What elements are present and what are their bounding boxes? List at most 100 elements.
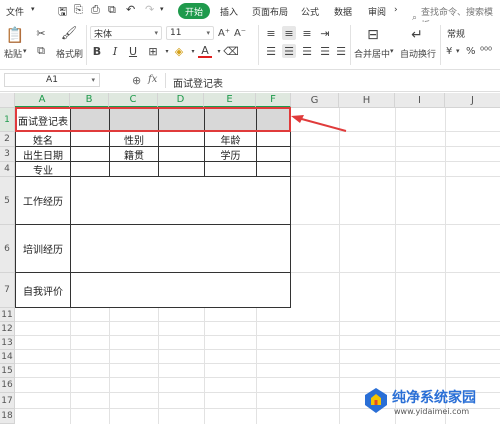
wrap-text-icon[interactable]: ↵ bbox=[408, 26, 426, 44]
row-header-18[interactable]: 18 bbox=[0, 409, 15, 424]
row-header-14[interactable]: 14 bbox=[0, 350, 15, 364]
font-color-icon[interactable]: A bbox=[198, 44, 212, 58]
merge-center-icon[interactable]: ⊟ bbox=[364, 26, 382, 44]
name-box[interactable]: A1 ▾ bbox=[4, 73, 100, 87]
cell-d3[interactable] bbox=[158, 147, 204, 162]
copy-icon[interactable]: ⧉ bbox=[34, 44, 48, 58]
align-middle-icon[interactable]: ≡ bbox=[282, 26, 296, 40]
cell-gender-label[interactable]: 性别 bbox=[109, 132, 158, 147]
justify-icon[interactable]: ☰ bbox=[318, 44, 332, 58]
italic-icon[interactable]: I bbox=[108, 44, 122, 58]
tab-insert[interactable]: 插入 bbox=[220, 5, 238, 18]
wrap-text-button[interactable]: 自动换行 bbox=[400, 47, 436, 60]
save-icon[interactable]: 🖫 bbox=[58, 3, 67, 22]
align-bottom-icon[interactable]: ≡ bbox=[300, 26, 314, 40]
row-header-1[interactable]: 1 bbox=[0, 108, 15, 132]
cell-birth-label[interactable]: 出生日期 bbox=[15, 147, 70, 162]
chevron-down-icon[interactable]: ▾ bbox=[456, 47, 460, 55]
merge-center-button[interactable]: 合并居中 bbox=[354, 47, 390, 60]
underline-icon[interactable]: U bbox=[126, 44, 140, 58]
tab-page-layout[interactable]: 页面布局 bbox=[252, 5, 288, 18]
number-format-select[interactable]: 常规 bbox=[444, 26, 498, 40]
format-painter-icon[interactable]: 🖌 bbox=[61, 26, 78, 41]
cell-d2[interactable] bbox=[158, 132, 204, 147]
column-header-h[interactable]: H bbox=[339, 93, 395, 108]
cell-origin-label[interactable]: 籍贯 bbox=[109, 147, 158, 162]
cut-icon[interactable]: ✂ bbox=[34, 26, 48, 40]
cell-education-label[interactable]: 学历 bbox=[204, 147, 256, 162]
cell-self-eval-label[interactable]: 自我评价 bbox=[15, 273, 70, 308]
zoom-icon[interactable]: ⊕ bbox=[132, 74, 141, 87]
paste-icon[interactable]: 📋 bbox=[6, 26, 25, 44]
cell-b4[interactable] bbox=[70, 162, 109, 177]
format-painter-button[interactable]: 格式刷 bbox=[56, 47, 83, 60]
row-header-16[interactable]: 16 bbox=[0, 378, 15, 393]
chevron-down-icon[interactable]: ▾ bbox=[31, 5, 35, 13]
column-header-b[interactable]: B bbox=[70, 93, 109, 108]
column-header-i[interactable]: I bbox=[395, 93, 445, 108]
column-header-g[interactable]: G bbox=[291, 93, 339, 108]
row-header-5[interactable]: 5 bbox=[0, 177, 15, 225]
row-header-15[interactable]: 15 bbox=[0, 364, 15, 378]
align-center-icon[interactable]: ☰ bbox=[282, 44, 296, 58]
align-right-icon[interactable]: ☰ bbox=[300, 44, 314, 58]
increase-font-icon[interactable]: A⁺ bbox=[217, 26, 231, 40]
tab-home[interactable]: 开始 bbox=[178, 3, 210, 19]
tab-data[interactable]: 数据 bbox=[334, 5, 352, 18]
cell-f4[interactable] bbox=[256, 162, 291, 177]
cell-training-content[interactable] bbox=[70, 225, 291, 273]
currency-button[interactable]: ¥ bbox=[446, 46, 452, 57]
indent-icon[interactable]: ⇥ bbox=[318, 26, 332, 40]
align-left-icon[interactable]: ☰ bbox=[264, 44, 278, 58]
tab-review[interactable]: 审阅 bbox=[368, 5, 386, 18]
undo-icon[interactable]: ↶ bbox=[126, 3, 135, 16]
export-icon[interactable]: ⎘ bbox=[74, 3, 83, 17]
column-header-a[interactable]: A bbox=[15, 93, 70, 108]
cell-f2[interactable] bbox=[256, 132, 291, 147]
chevron-right-icon[interactable]: › bbox=[394, 5, 398, 15]
decrease-font-icon[interactable]: A⁻ bbox=[233, 26, 247, 40]
column-header-d[interactable]: D bbox=[158, 93, 204, 108]
cell-c4[interactable] bbox=[109, 162, 158, 177]
cell-name-label[interactable]: 姓名 bbox=[15, 132, 70, 147]
cell-work-content[interactable] bbox=[70, 177, 291, 225]
select-all-corner[interactable] bbox=[0, 93, 15, 108]
row-header-2[interactable]: 2 bbox=[0, 132, 15, 147]
column-header-e[interactable]: E bbox=[204, 93, 256, 108]
chevron-down-icon[interactable]: ▾ bbox=[23, 47, 27, 55]
thousands-separator-button[interactable]: ⁰⁰⁰ bbox=[480, 46, 492, 57]
row-header-11[interactable]: 11 bbox=[0, 308, 15, 322]
row-header-3[interactable]: 3 bbox=[0, 147, 15, 162]
row-header-12[interactable]: 12 bbox=[0, 322, 15, 336]
fill-color-icon[interactable]: ◈ bbox=[172, 44, 186, 58]
redo-icon[interactable]: ↷ bbox=[145, 3, 154, 16]
cell-self-eval-content[interactable] bbox=[70, 273, 291, 308]
cell-age-label[interactable]: 年龄 bbox=[204, 132, 256, 147]
font-name-select[interactable]: 宋体 ▾ bbox=[90, 26, 162, 40]
cell-f3[interactable] bbox=[256, 147, 291, 162]
clear-format-icon[interactable]: ⌫ bbox=[223, 44, 239, 58]
percent-button[interactable]: % bbox=[466, 46, 476, 57]
row-header-13[interactable]: 13 bbox=[0, 336, 15, 350]
column-header-j[interactable]: J bbox=[445, 93, 500, 108]
file-menu[interactable]: 文件 bbox=[6, 5, 24, 18]
bold-icon[interactable]: B bbox=[90, 44, 104, 58]
row-header-7[interactable]: 7 bbox=[0, 273, 15, 308]
cell-b2[interactable] bbox=[70, 132, 109, 147]
column-header-f[interactable]: F bbox=[256, 93, 291, 108]
row-header-17[interactable]: 17 bbox=[0, 393, 15, 409]
print-icon[interactable]: ⎙ bbox=[91, 3, 100, 17]
cell-e4[interactable] bbox=[204, 162, 256, 177]
border-icon[interactable]: ⊞ bbox=[146, 44, 160, 58]
font-size-select[interactable]: 11 ▾ bbox=[166, 26, 214, 40]
paste-button[interactable]: 粘贴 bbox=[4, 47, 22, 60]
align-top-icon[interactable]: ≡ bbox=[264, 26, 278, 40]
chevron-down-icon[interactable]: ▾ bbox=[390, 47, 394, 55]
cell-training-label[interactable]: 培训经历 bbox=[15, 225, 70, 273]
preview-icon[interactable]: ⧉ bbox=[108, 3, 116, 17]
row-header-4[interactable]: 4 bbox=[0, 162, 15, 177]
distributed-icon[interactable]: ☰ bbox=[334, 44, 348, 58]
formula-input[interactable]: 面试登记表 bbox=[173, 75, 223, 90]
tab-formulas[interactable]: 公式 bbox=[301, 5, 319, 18]
cell-b3[interactable] bbox=[70, 147, 109, 162]
